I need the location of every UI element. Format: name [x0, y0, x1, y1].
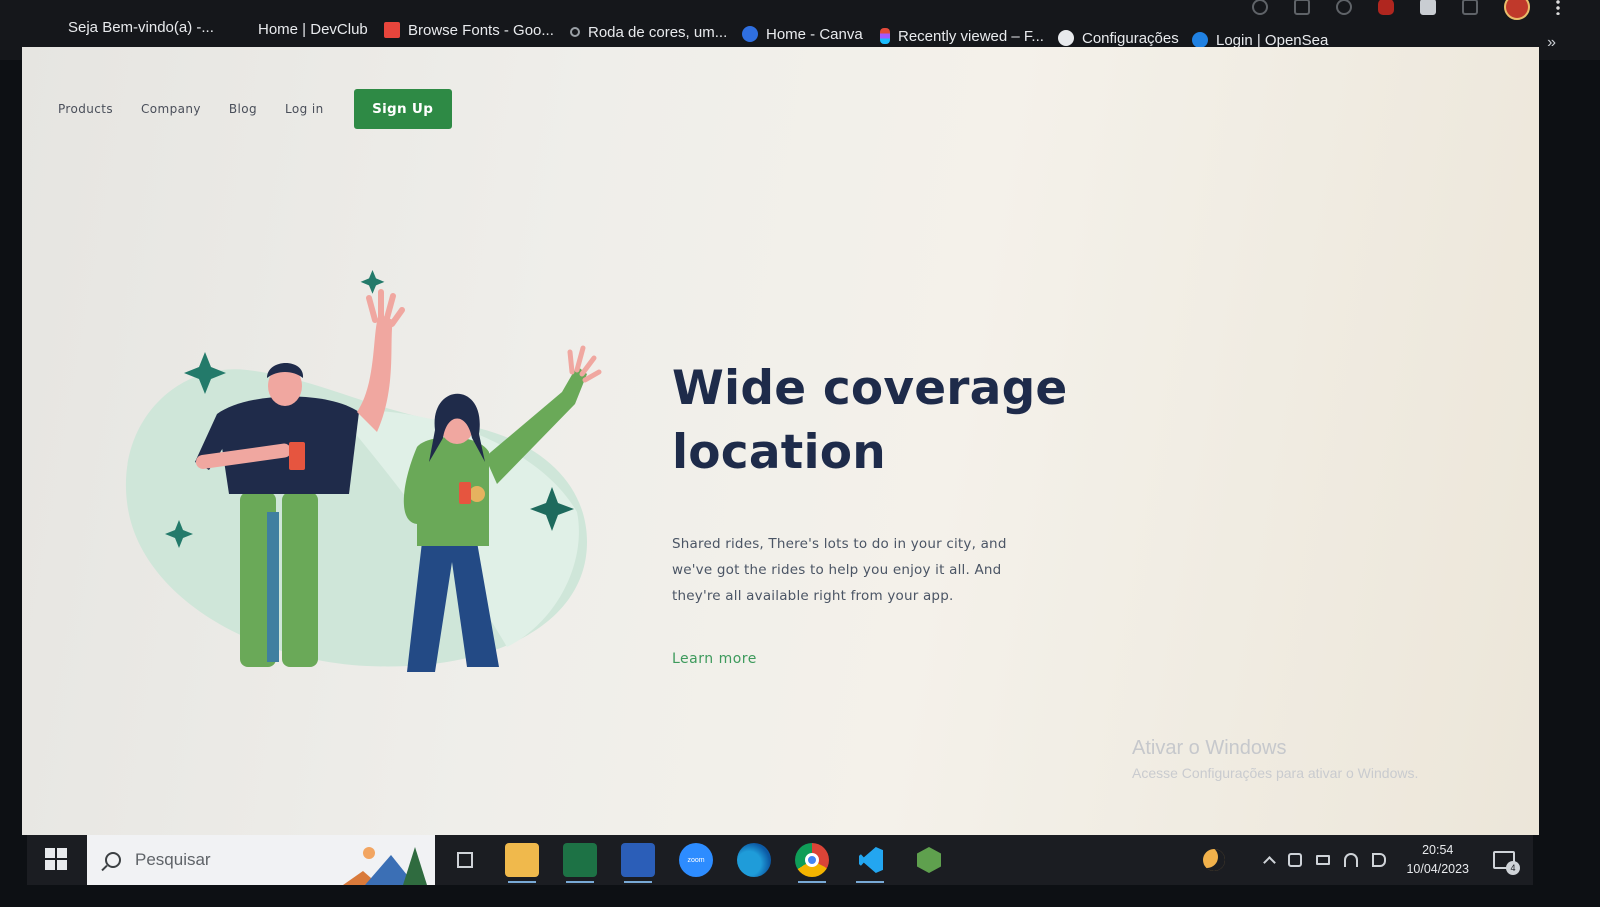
bookmark-google-fonts[interactable]: Browse Fonts - Goo...	[384, 19, 554, 41]
task-view-icon[interactable]	[449, 843, 483, 877]
nodejs-icon[interactable]	[911, 843, 945, 877]
bookmark-label: Home | DevClub	[258, 20, 368, 38]
hero-title: Wide coverage location	[672, 357, 1192, 485]
hero-illustration	[125, 270, 602, 672]
top-nav: Products Company Blog Log in Sign Up	[58, 89, 452, 129]
wifi-icon[interactable]	[1344, 853, 1359, 867]
vscode-icon[interactable]	[853, 843, 887, 883]
bookmark-devclub-home[interactable]: Home | DevClub	[258, 18, 368, 40]
opensea-icon	[1192, 32, 1208, 48]
bookmark-canva[interactable]: Home - Canva	[742, 23, 863, 45]
bookmark-settings[interactable]: Configurações	[1058, 27, 1179, 49]
clock-date: 10/04/2023	[1406, 862, 1469, 876]
signup-button[interactable]: Sign Up	[353, 89, 452, 129]
nav-products[interactable]: Products	[58, 102, 113, 116]
nav-login[interactable]: Log in	[285, 102, 324, 116]
chrome-icon[interactable]	[795, 843, 829, 883]
share-icon[interactable]	[1294, 0, 1310, 15]
star-icon[interactable]	[1336, 0, 1352, 15]
clock[interactable]: 20:54 10/04/2023	[1406, 841, 1469, 879]
clock-time: 20:54	[1422, 843, 1454, 857]
zoom-lens-icon[interactable]	[1252, 0, 1268, 15]
puzzle-icon[interactable]	[1420, 0, 1436, 15]
nav-blog[interactable]: Blog	[229, 102, 257, 116]
volume-icon[interactable]	[1372, 853, 1387, 867]
canva-icon	[742, 26, 758, 42]
bookmark-color-wheel[interactable]: Roda de cores, um...	[570, 21, 727, 43]
page-viewport: Products Company Blog Log in Sign Up Wid…	[22, 47, 1539, 835]
hero-title-line-2: location	[672, 425, 886, 480]
bookmark-label: Roda de cores, um...	[588, 23, 728, 41]
search-icon	[105, 852, 121, 868]
bookmark-label: Browse Fonts - Goo...	[408, 21, 554, 39]
figma-icon	[880, 28, 890, 44]
weather-moon-icon[interactable]	[1203, 849, 1226, 871]
bookmark-label: Recently viewed – F...	[898, 27, 1044, 45]
bookmark-label: Configurações	[1082, 29, 1179, 47]
windows-activation-subtitle: Acesse Configurações para ativar o Windo…	[1132, 765, 1419, 781]
hero-description: Shared rides, There's lots to do in your…	[672, 536, 1007, 604]
zoom-icon[interactable]: zoom	[679, 843, 713, 877]
gear-icon	[1058, 30, 1074, 46]
extension-icon[interactable]	[1378, 0, 1394, 15]
taskbar: Pesquisar zoom 20:54 10/04/2023 4	[27, 835, 1533, 885]
bookmark-devclub-welcome[interactable]: Seja Bem-vindo(a) -...	[68, 16, 214, 38]
side-panel-icon[interactable]	[1462, 0, 1478, 15]
excel-icon[interactable]	[563, 843, 597, 883]
color-wheel-icon	[570, 27, 580, 37]
profile-avatar[interactable]	[1504, 0, 1530, 20]
browser-toolbar	[1252, 0, 1560, 20]
search-highlight-art	[343, 847, 427, 885]
edge-icon[interactable]	[737, 843, 771, 877]
bookmark-label: Seja Bem-vindo(a) -...	[68, 18, 214, 36]
meet-icon[interactable]	[1288, 853, 1303, 867]
zoom-label: zoom	[687, 856, 705, 864]
more-bookmarks-button[interactable]: »	[1547, 34, 1556, 52]
menu-dots-icon[interactable]	[1556, 0, 1560, 15]
bookmark-label: Home - Canva	[766, 25, 863, 43]
search-placeholder: Pesquisar	[135, 850, 211, 869]
system-tray: 20:54 10/04/2023 4	[1203, 835, 1533, 885]
notification-center-icon[interactable]: 4	[1493, 851, 1520, 875]
file-explorer-icon[interactable]	[505, 843, 539, 883]
learn-more-link[interactable]: Learn more	[672, 651, 757, 667]
bookmark-label: Login | OpenSea	[1216, 31, 1329, 49]
hero-title-line-1: Wide coverage	[672, 361, 1068, 416]
windows-activation-title: Ativar o Windows	[1132, 737, 1287, 759]
bookmark-figma[interactable]: Recently viewed – F...	[880, 25, 1044, 47]
taskbar-search[interactable]: Pesquisar	[87, 835, 435, 885]
word-icon[interactable]	[621, 843, 655, 883]
battery-icon[interactable]	[1316, 855, 1331, 865]
notification-count: 4	[1506, 861, 1520, 875]
nav-company[interactable]: Company	[141, 102, 201, 116]
windows-start-icon[interactable]	[45, 848, 67, 870]
show-hidden-icons[interactable]	[1263, 856, 1277, 869]
google-fonts-icon	[384, 22, 400, 38]
